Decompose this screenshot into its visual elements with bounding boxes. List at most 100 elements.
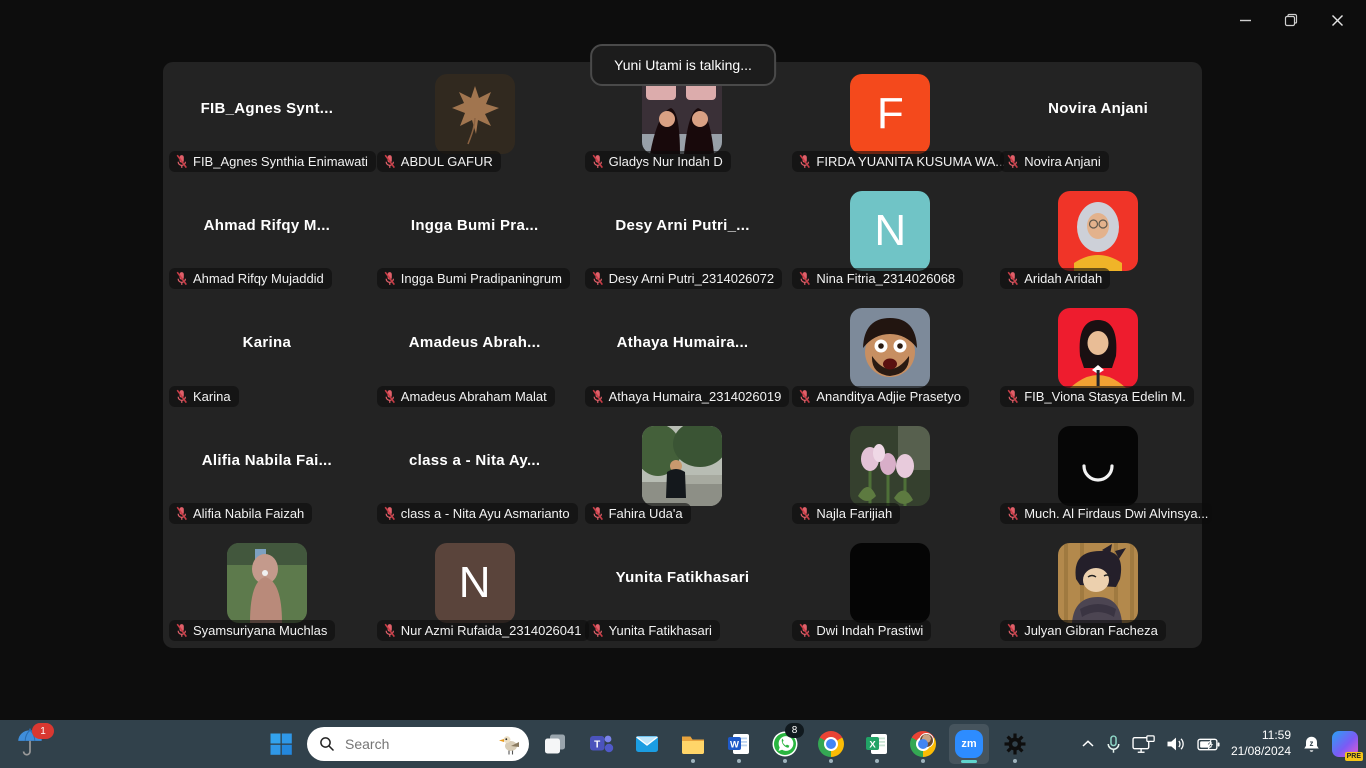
participant-avatar: N (435, 543, 515, 623)
widgets-button[interactable]: 1 (16, 727, 52, 763)
taskbar-app-word[interactable]: W (719, 724, 759, 764)
tray-clock[interactable]: 11:59 21/08/2024 (1231, 728, 1291, 759)
taskbar-app-whatsapp[interactable]: 8 (765, 724, 805, 764)
participant-avatar (1058, 191, 1138, 271)
participant-tile[interactable]: Desy Arni Putri_... Desy Arni Putri_2314… (579, 179, 787, 296)
participant-name-text: FIB_Viona Stasya Edelin M. (1024, 389, 1186, 404)
mic-muted-icon (591, 623, 604, 638)
taskbar-app-chrome-profile[interactable] (903, 724, 943, 764)
taskbar-app-zoom[interactable]: zm (949, 724, 989, 764)
participant-tile[interactable]: Karina Karina (163, 296, 371, 413)
participant-avatar (1058, 426, 1138, 506)
participant-tile[interactable]: Much. Al Firdaus Dwi Alvinsya... (994, 414, 1202, 531)
taskbar-app-explorer[interactable] (673, 724, 713, 764)
participant-tile[interactable]: Yunita Fatikhasari Yunita Fatikhasari (579, 531, 787, 648)
search-box[interactable] (307, 727, 529, 761)
taskbar-app-teams[interactable]: T (581, 724, 621, 764)
settings-gear-icon (1002, 731, 1028, 757)
participant-center-name: Yunita Fatikhasari (583, 531, 783, 624)
whatsapp-badge: 8 (785, 723, 804, 738)
participant-avatar (227, 543, 307, 623)
taskbar-app-task-view[interactable] (535, 724, 575, 764)
copilot-button[interactable]: PRE (1332, 731, 1358, 757)
participant-tile[interactable]: Aridah Aridah (994, 179, 1202, 296)
tray-notifications-button[interactable]: z (1302, 735, 1321, 754)
mic-muted-icon (383, 623, 396, 638)
chevron-up-icon (1081, 739, 1095, 749)
mic-muted-icon (1006, 623, 1019, 638)
participant-avatar: N (850, 191, 930, 271)
word-icon: W (726, 731, 752, 757)
participant-tile[interactable]: Syamsuriyana Muchlas (163, 531, 371, 648)
participant-name-label: Julyan Gibran Facheza (1000, 620, 1166, 641)
participant-name-text: Ananditya Adjie Prasetyo (816, 389, 961, 404)
battery-charging-icon (1197, 737, 1220, 752)
participant-grid: FIB_Agnes Synt... FIB_Agnes Synthia Enim… (163, 62, 1202, 648)
participant-name-text: Aridah Aridah (1024, 271, 1102, 286)
participant-name-label: Karina (169, 386, 239, 407)
running-indicator (1013, 759, 1017, 763)
participant-tile[interactable]: N Nur Azmi Rufaida_2314026041 (371, 531, 579, 648)
participant-name-text: Syamsuriyana Muchlas (193, 623, 327, 638)
search-input[interactable] (343, 735, 489, 753)
participant-name-label: Dwi Indah Prastiwi (792, 620, 931, 641)
participant-tile[interactable]: Athaya Humaira... Athaya Humaira_2314026… (579, 296, 787, 413)
participant-tile[interactable]: Novira Anjani Novira Anjani (994, 62, 1202, 179)
participant-name-text: Dwi Indah Prastiwi (816, 623, 923, 638)
participant-tile[interactable]: class a - Nita Ay... class a - Nita Ayu … (371, 414, 579, 531)
system-tray: 11:59 21/08/2024 z PRE (1081, 720, 1358, 768)
close-button[interactable] (1314, 4, 1360, 36)
participant-tile[interactable]: Dwi Indah Prastiwi (786, 531, 994, 648)
svg-text:X: X (869, 739, 876, 750)
tray-battery-button[interactable] (1197, 737, 1220, 752)
participant-name-label: ABDUL GAFUR (377, 151, 501, 172)
participant-tile[interactable]: Julyan Gibran Facheza (994, 531, 1202, 648)
participant-name-label: Nur Azmi Rufaida_2314026041 (377, 620, 589, 641)
participant-center-name: Desy Arni Putri_... (583, 179, 783, 272)
svg-text:T: T (594, 740, 600, 751)
file-explorer-icon (680, 731, 706, 757)
mic-muted-icon (798, 623, 811, 638)
tray-microphone-button[interactable] (1106, 735, 1121, 754)
participant-name-label: Fahira Uda'a (585, 503, 691, 524)
mic-muted-icon (1006, 154, 1019, 169)
mic-muted-icon (1006, 506, 1019, 521)
participant-tile[interactable]: Ahmad Rifqy M... Ahmad Rifqy Mujaddid (163, 179, 371, 296)
task-view-icon (542, 731, 568, 757)
participant-tile[interactable]: ABDUL GAFUR (371, 62, 579, 179)
start-button[interactable] (261, 724, 301, 764)
display-cast-icon (1132, 735, 1155, 754)
minimize-button[interactable] (1222, 4, 1268, 36)
participant-tile[interactable]: N Nina Fitria_2314026068 (786, 179, 994, 296)
running-indicator (961, 760, 977, 763)
chrome-profile-icon (910, 731, 936, 757)
participant-name-text: Much. Al Firdaus Dwi Alvinsya... (1024, 506, 1208, 521)
taskbar-app-chrome[interactable] (811, 724, 851, 764)
taskbar-app-mail[interactable] (627, 724, 667, 764)
participant-tile[interactable]: Najla Farijiah (786, 414, 994, 531)
tray-volume-button[interactable] (1166, 736, 1186, 752)
mic-muted-icon (383, 154, 396, 169)
mic-muted-icon (1006, 389, 1019, 404)
participant-tile[interactable]: F FIRDA YUANITA KUSUMA WA... (786, 62, 994, 179)
participant-tile[interactable]: Ananditya Adjie Prasetyo (786, 296, 994, 413)
taskbar-app-excel[interactable]: X (857, 724, 897, 764)
participant-tile[interactable]: FIB_Viona Stasya Edelin M. (994, 296, 1202, 413)
tray-chevron-button[interactable] (1081, 739, 1095, 749)
restore-button[interactable] (1268, 4, 1314, 36)
mic-muted-icon (591, 506, 604, 521)
participant-name-text: Gladys Nur Indah D (609, 154, 723, 169)
participant-tile[interactable]: Ingga Bumi Pra... Ingga Bumi Pradipaning… (371, 179, 579, 296)
participant-tile[interactable]: Alifia Nabila Fai... Alifia Nabila Faiza… (163, 414, 371, 531)
tray-cast-button[interactable] (1132, 735, 1155, 754)
participant-tile[interactable]: Amadeus Abrah... Amadeus Abraham Malat (371, 296, 579, 413)
participant-center-name: Ingga Bumi Pra... (375, 179, 575, 272)
taskbar-app-settings[interactable] (995, 724, 1035, 764)
participant-name-label: Yunita Fatikhasari (585, 620, 720, 641)
mic-muted-icon (175, 154, 188, 169)
participant-name-text: Ahmad Rifqy Mujaddid (193, 271, 324, 286)
participant-tile[interactable]: Fahira Uda'a (579, 414, 787, 531)
mic-muted-icon (383, 506, 396, 521)
participant-tile[interactable]: FIB_Agnes Synt... FIB_Agnes Synthia Enim… (163, 62, 371, 179)
copilot-preview-badge: PRE (1345, 752, 1363, 761)
